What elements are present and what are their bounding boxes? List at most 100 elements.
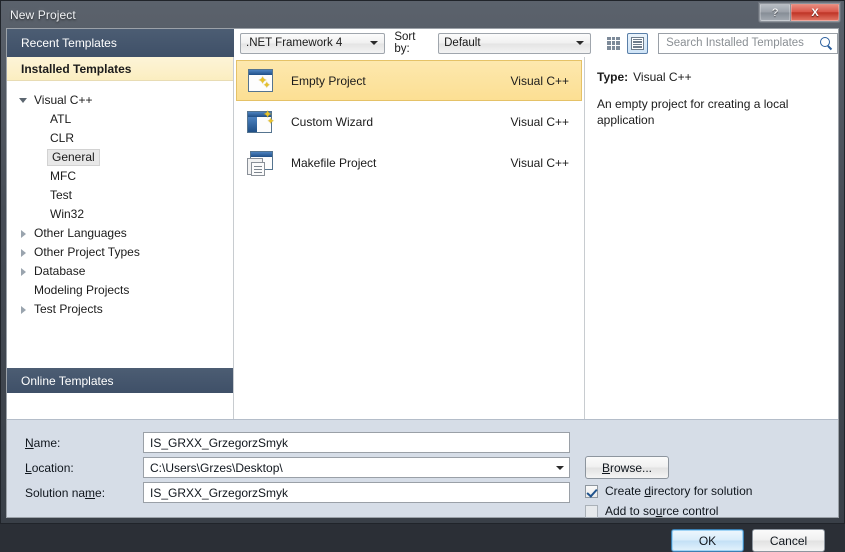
tree-item-label: Test bbox=[50, 188, 73, 202]
close-button[interactable]: X bbox=[791, 4, 839, 21]
triangle-right-icon bbox=[20, 267, 26, 276]
tree-item-label: Modeling Projects bbox=[34, 283, 130, 297]
template-list-item[interactable]: ✦ ✦ Custom Wizard Visual C++ bbox=[236, 101, 582, 142]
tree-item-label: ATL bbox=[50, 112, 72, 126]
tree-item-mfc[interactable]: MFC bbox=[7, 167, 233, 186]
triangle-right-icon bbox=[20, 248, 26, 257]
triangle-down-icon bbox=[19, 98, 27, 103]
ok-button[interactable]: OK bbox=[671, 529, 744, 552]
tree-item-other-project-types[interactable]: Other Project Types bbox=[7, 243, 233, 262]
template-description: An empty project for creating a local ap… bbox=[597, 97, 789, 127]
window-title: New Project bbox=[10, 7, 76, 22]
framework-version-value: .NET Framework 4 bbox=[246, 37, 343, 49]
add-source-control-checkbox-row[interactable]: Add to source control bbox=[585, 504, 718, 518]
document-front-shape bbox=[251, 161, 265, 176]
chevron-down-icon bbox=[370, 41, 379, 45]
search-icon bbox=[819, 36, 833, 50]
tree-expander-closed-icon[interactable] bbox=[15, 305, 31, 314]
project-form: Name: IS_GRXX_GrzegorzSmyk Location: C:\… bbox=[7, 419, 838, 518]
project-location-value: C:\Users\Grzes\Desktop\ bbox=[150, 460, 283, 475]
installed-templates-header[interactable]: Installed Templates bbox=[7, 57, 233, 81]
project-name-input[interactable]: IS_GRXX_GrzegorzSmyk bbox=[143, 432, 570, 453]
create-directory-checkbox-row[interactable]: Create directory for solution bbox=[585, 484, 752, 498]
location-row: Location: C:\Users\Grzes\Desktop\ bbox=[7, 455, 838, 480]
checkbox-checked-icon[interactable] bbox=[585, 484, 598, 498]
location-label: Location: bbox=[25, 460, 74, 475]
template-language: Visual C++ bbox=[510, 155, 569, 170]
triangle-right-icon bbox=[20, 305, 26, 314]
tree-item-atl[interactable]: ATL bbox=[7, 110, 233, 129]
tree-item-label: Test Projects bbox=[34, 302, 103, 316]
sidebar-filler bbox=[7, 393, 233, 419]
tree-expander-open-icon[interactable] bbox=[15, 98, 31, 103]
sort-by-dropdown[interactable]: Default bbox=[438, 32, 592, 54]
cancel-button[interactable]: Cancel bbox=[752, 529, 825, 552]
tree-item-label: CLR bbox=[50, 131, 75, 145]
tree-item-modeling-projects[interactable]: Modeling Projects bbox=[7, 281, 233, 300]
tree-item-clr[interactable]: CLR bbox=[7, 129, 233, 148]
makefile-project-icon bbox=[245, 147, 277, 179]
template-details-pane: Type: Visual C++ An empty project for cre… bbox=[585, 57, 838, 419]
tree-item-general[interactable]: General bbox=[7, 148, 233, 167]
template-list: ✦ ✦ Empty Project Visual C++ ✦ ✦ Custom Wizard… bbox=[234, 57, 585, 419]
tree-expander-closed-icon[interactable] bbox=[15, 248, 31, 257]
tree-item-label: MFC bbox=[50, 169, 76, 183]
small-icons-view-button[interactable] bbox=[603, 33, 624, 54]
dialog-client-area: Recent Templates .NET Framework 4 Sort b… bbox=[6, 28, 839, 518]
template-name: Empty Project bbox=[291, 73, 366, 88]
type-label: Type: bbox=[597, 70, 629, 84]
tree-item-win32[interactable]: Win32 bbox=[7, 205, 233, 224]
template-name: Makefile Project bbox=[291, 155, 377, 170]
tree-item-test[interactable]: Test bbox=[7, 186, 233, 205]
project-location-input[interactable]: C:\Users\Grzes\Desktop\ bbox=[143, 457, 570, 478]
add-source-control-label: Add to source control bbox=[605, 504, 719, 518]
help-button[interactable]: ? bbox=[760, 4, 790, 21]
tree-item-test-projects[interactable]: Test Projects bbox=[7, 300, 233, 319]
tree-item-database[interactable]: Database bbox=[7, 262, 233, 281]
chevron-down-icon bbox=[556, 465, 564, 470]
sidebar-item-recent-templates[interactable]: Recent Templates bbox=[7, 29, 234, 57]
name-label: Name: bbox=[25, 435, 61, 450]
template-list-item[interactable]: Makefile Project Visual C++ bbox=[236, 142, 582, 183]
search-installed-templates-input[interactable]: Search Installed Templates bbox=[658, 32, 838, 54]
caption-button-group: ? X bbox=[758, 2, 841, 23]
medium-icons-view-button[interactable] bbox=[627, 32, 649, 54]
tree-item-visual-c[interactable]: Visual C++ bbox=[7, 91, 233, 110]
window-title-bar-shape bbox=[251, 151, 272, 157]
search-placeholder: Search Installed Templates bbox=[666, 37, 804, 49]
sparkle-glyph: ✦ bbox=[263, 79, 271, 90]
tree-item-label: Database bbox=[34, 264, 86, 278]
sort-by-value: Default bbox=[444, 37, 481, 49]
sidebar-item-online-templates[interactable]: Online Templates bbox=[7, 368, 233, 393]
chevron-down-icon bbox=[576, 41, 585, 45]
empty-project-icon: ✦ ✦ bbox=[245, 65, 277, 97]
tree-item-label: Other Project Types bbox=[34, 245, 140, 259]
templates-toolbar: Recent Templates .NET Framework 4 Sort b… bbox=[7, 29, 838, 57]
template-name: Custom Wizard bbox=[291, 114, 374, 129]
medium-icons-icon bbox=[631, 36, 645, 50]
panel-shape bbox=[248, 116, 257, 132]
solution-name-label: Solution name: bbox=[25, 485, 106, 500]
tree-expander-closed-icon[interactable] bbox=[15, 229, 31, 238]
small-icons-icon bbox=[607, 36, 621, 50]
window-title-bar-shape bbox=[249, 69, 272, 75]
template-language: Visual C++ bbox=[510, 114, 569, 129]
title-bar: New Project ? X bbox=[1, 1, 844, 28]
tree-item-other-languages[interactable]: Other Languages bbox=[7, 224, 233, 243]
framework-version-dropdown[interactable]: .NET Framework 4 bbox=[240, 32, 386, 54]
sparkle-glyph: ✦ bbox=[267, 115, 275, 126]
template-list-item[interactable]: ✦ ✦ Empty Project Visual C++ bbox=[236, 60, 582, 101]
checkbox-unchecked-icon[interactable] bbox=[585, 504, 598, 518]
browse-button[interactable]: Browse... bbox=[585, 456, 669, 479]
tree-expander-closed-icon[interactable] bbox=[15, 267, 31, 276]
solution-name-input[interactable]: IS_GRXX_GrzegorzSmyk bbox=[143, 482, 570, 503]
view-mode-toggle-group bbox=[603, 32, 649, 54]
create-directory-label: Create directory for solution bbox=[605, 484, 753, 498]
template-type-line: Type: Visual C++ bbox=[597, 70, 824, 84]
tree-item-label: Visual C++ bbox=[34, 93, 93, 107]
tree-item-label: Other Languages bbox=[34, 226, 127, 240]
tree-item-label: Win32 bbox=[50, 207, 85, 221]
project-name-value: IS_GRXX_GrzegorzSmyk bbox=[150, 435, 289, 450]
template-category-tree: Visual C++ ATL CLR General MFC Test Win32 Other… bbox=[7, 81, 233, 368]
sort-by-label: Sort by: bbox=[394, 31, 416, 55]
